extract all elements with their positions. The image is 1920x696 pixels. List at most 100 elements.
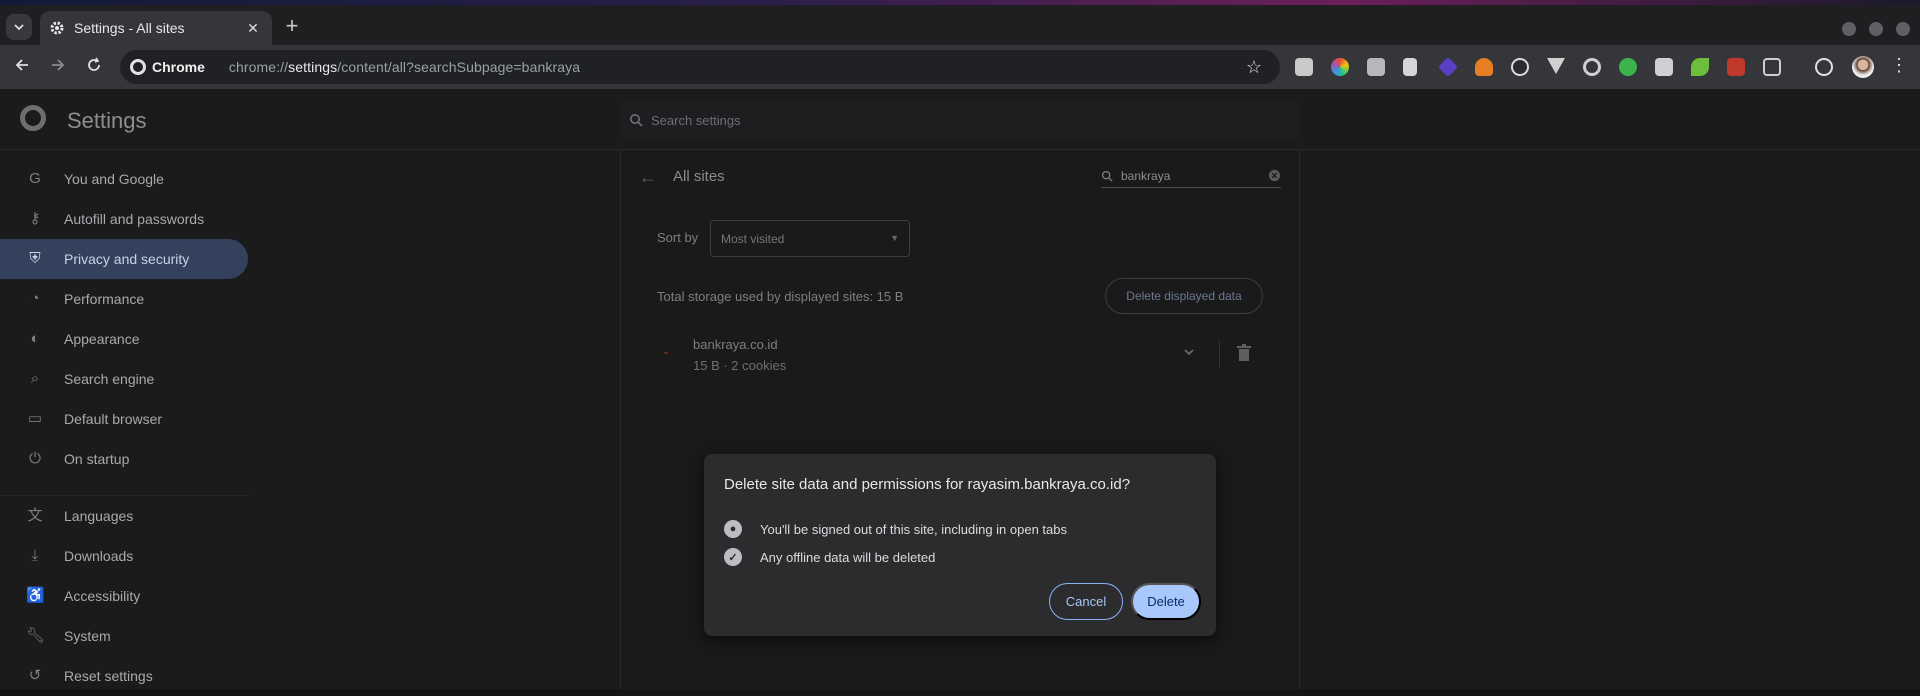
sidebar-item-system[interactable]: 🔧︎ System (0, 616, 250, 656)
wrench-icon: 🔧︎ (26, 627, 46, 644)
sidebar-item-languages[interactable]: 文 Languages (0, 496, 250, 536)
url-host: settings (288, 59, 338, 75)
check-circle-icon: ✓ (724, 548, 742, 566)
sort-select[interactable]: Most visited ▼ (710, 220, 910, 257)
speedometer-icon: ◔ (30, 290, 40, 307)
arrow-left-icon (15, 59, 28, 71)
back-button[interactable] (12, 57, 32, 77)
reload-icon (88, 57, 100, 71)
sidebar-item-label: Downloads (64, 548, 134, 564)
site-info-chip[interactable]: Chrome (130, 59, 205, 75)
sidebar-item-label: Search engine (64, 371, 155, 387)
chrome-logo-icon (20, 105, 46, 131)
sort-value: Most visited (721, 231, 785, 246)
minimize-button[interactable] (1842, 22, 1856, 36)
extension-leaf-icon[interactable] (1691, 58, 1709, 76)
close-window-button[interactable] (1896, 22, 1910, 36)
extension-square-icon[interactable] (1655, 58, 1673, 76)
clear-icon[interactable] (1268, 169, 1281, 182)
delete-displayed-data-button[interactable]: Delete displayed data (1105, 278, 1263, 314)
tab-strip: Settings - All sites ✕ + (0, 5, 1920, 45)
address-bar[interactable]: Chrome chrome://settings/content/all?sea… (120, 50, 1280, 84)
sidebar-item-privacy[interactable]: ⛨ Privacy and security (0, 239, 248, 279)
extension-color-wheel-icon[interactable] (1331, 58, 1349, 76)
sidebar-item-accessibility[interactable]: ♿ Accessibility (0, 576, 250, 616)
menu-kebab-icon[interactable]: ⋮ (1890, 55, 1908, 76)
profile-avatar[interactable] (1852, 56, 1874, 78)
extension-eye-icon[interactable] (1619, 58, 1637, 76)
bookmark-star-icon[interactable]: ☆ (1246, 57, 1262, 78)
key-icon: ⚷ (29, 210, 41, 227)
extension-calendar-icon[interactable] (1295, 58, 1313, 76)
back-arrow-icon[interactable]: ← (639, 167, 657, 188)
storage-summary: Total storage used by displayed sites: 1… (657, 289, 904, 304)
sidebar-divider (0, 479, 250, 496)
palette-icon: ◐ (30, 330, 40, 347)
sidebar-item-label: On startup (64, 451, 130, 467)
sidebar-item-downloads[interactable]: ⤓ Downloads (0, 536, 250, 576)
extensions-puzzle-icon[interactable] (1763, 58, 1781, 76)
dialog-offline-notice: ✓ Any offline data will be deleted (724, 548, 935, 566)
download-icon: ⤓ (31, 547, 39, 564)
extension-character-icon[interactable] (1475, 58, 1493, 76)
translate-icon: 文 (27, 507, 43, 524)
sidebar-item-search-engine[interactable]: ⌕ Search engine (0, 359, 250, 399)
download-icon[interactable] (1815, 58, 1833, 76)
cancel-button[interactable]: Cancel (1049, 583, 1123, 620)
sidebar-item-performance[interactable]: ◔ Performance (0, 279, 250, 319)
account-circle-icon: ● (724, 520, 742, 538)
extension-vue-icon[interactable] (1547, 58, 1565, 74)
arrow-right-icon (52, 59, 65, 71)
sidebar-item-you-and-google[interactable]: G You and Google (0, 159, 250, 199)
search-icon (630, 114, 643, 127)
filter-value: bankraya (1121, 168, 1171, 183)
sort-label: Sort by (657, 230, 699, 245)
settings-header: Settings Search settings (0, 89, 1920, 150)
dialog-signout-notice: ● You'll be signed out of this site, inc… (724, 520, 1067, 538)
search-settings-input[interactable]: Search settings (619, 101, 1301, 139)
url-text[interactable]: chrome://settings/content/all?searchSubp… (229, 59, 580, 75)
reload-button[interactable] (84, 57, 104, 77)
sidebar-item-label: Appearance (64, 331, 140, 347)
site-favicon-icon: ⌁ (663, 348, 670, 359)
sidebar-item-label: Performance (64, 291, 145, 307)
sidebar-item-default-browser[interactable]: ▭ Default browser (0, 399, 250, 439)
dialog-line-text: You'll be signed out of this site, inclu… (760, 521, 1067, 537)
extension-camera-icon[interactable] (1367, 58, 1385, 76)
gear-icon (50, 21, 64, 35)
tab-settings[interactable]: Settings - All sites ✕ (40, 11, 272, 45)
tab-title: Settings - All sites (74, 20, 185, 36)
browser-window-icon: ▭ (27, 410, 43, 427)
trash-icon[interactable] (1237, 344, 1251, 362)
extension-react-icon[interactable] (1511, 58, 1529, 76)
site-storage-info: 15 B · 2 cookies (693, 358, 787, 373)
delete-button[interactable]: Delete (1131, 583, 1201, 620)
tab-search-button[interactable] (6, 14, 32, 40)
site-row[interactable]: ⌁ bankraya.co.id 15 B · 2 cookies (657, 330, 1267, 378)
sidebar-item-appearance[interactable]: ◐ Appearance (0, 319, 250, 359)
extension-target-icon[interactable] (1583, 58, 1601, 76)
dialog-line-text: Any offline data will be deleted (760, 549, 936, 565)
close-tab-icon[interactable]: ✕ (244, 19, 262, 37)
url-path: /content/all?searchSubpage=bankraya (337, 59, 581, 75)
site-name: bankraya.co.id (693, 337, 778, 352)
chevron-down-icon[interactable] (1183, 346, 1195, 358)
settings-sidebar: G You and Google ⚷ Autofill and passwords … (0, 159, 250, 696)
forward-button[interactable] (48, 57, 68, 77)
delete-site-data-dialog: Delete site data and permissions for ray… (704, 454, 1216, 636)
reset-icon: ↺ (28, 667, 42, 684)
sidebar-item-reset[interactable]: ↺ Reset settings (0, 656, 250, 696)
extension-recorder-icon[interactable] (1727, 58, 1745, 76)
site-filter-input[interactable]: bankraya (1101, 164, 1281, 188)
extension-diamond-icon[interactable] (1437, 56, 1459, 78)
sidebar-item-on-startup[interactable]: ⏻ On startup (0, 439, 250, 479)
shield-icon: ⛨ (29, 250, 41, 267)
search-icon: ⌕ (30, 370, 40, 387)
sidebar-item-label: Privacy and security (64, 251, 190, 267)
row-divider (1219, 340, 1220, 368)
chevron-down-icon (14, 24, 24, 31)
maximize-button[interactable] (1869, 22, 1883, 36)
sidebar-item-autofill[interactable]: ⚷ Autofill and passwords (0, 199, 250, 239)
new-tab-button[interactable]: + (282, 15, 302, 37)
extension-document-icon[interactable] (1403, 58, 1417, 76)
